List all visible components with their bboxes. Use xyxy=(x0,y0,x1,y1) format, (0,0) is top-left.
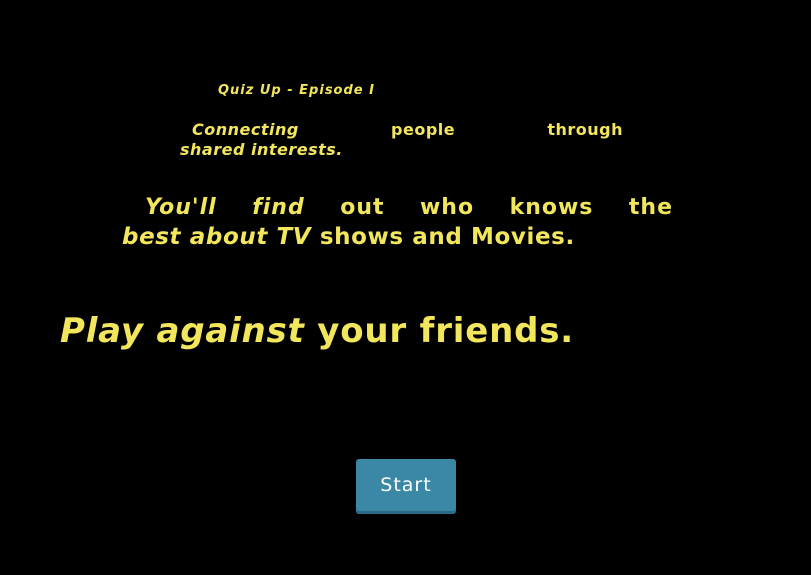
crawl-phrase: shows and Movies. xyxy=(319,224,575,250)
crawl-line-2: Connecting people through xyxy=(192,122,623,138)
crawl-title-name: Quiz Up xyxy=(218,83,282,98)
crawl-word: the xyxy=(628,195,673,220)
crawl-word: You'll xyxy=(145,195,217,220)
crawl-word: who xyxy=(419,195,475,220)
crawl-word: out xyxy=(340,195,385,220)
crawl-title: Quiz Up - Episode I xyxy=(218,84,375,97)
crawl-phrase: your friends. xyxy=(317,311,574,351)
crawl-line-6: Play against your friends. xyxy=(60,314,574,348)
crawl-phrase-italic: Play against xyxy=(60,311,305,351)
crawl-word: Connecting xyxy=(192,120,299,139)
crawl-word: people xyxy=(391,120,456,139)
crawl-word: through xyxy=(547,120,623,139)
crawl-line-4: You'll find out who knows the xyxy=(145,197,673,219)
crawl-word: find xyxy=(252,195,305,220)
start-button[interactable]: Start xyxy=(356,459,456,514)
intro-crawl-screen: Quiz Up - Episode I Connecting people th… xyxy=(0,0,811,575)
crawl-phrase-italic: best about TV xyxy=(122,224,312,250)
crawl-line-3: shared interests. xyxy=(180,140,343,159)
crawl-line-5: best about TV shows and Movies. xyxy=(122,226,575,249)
crawl-word: knows xyxy=(509,195,594,220)
crawl-title-episode: - Episode I xyxy=(287,83,375,98)
